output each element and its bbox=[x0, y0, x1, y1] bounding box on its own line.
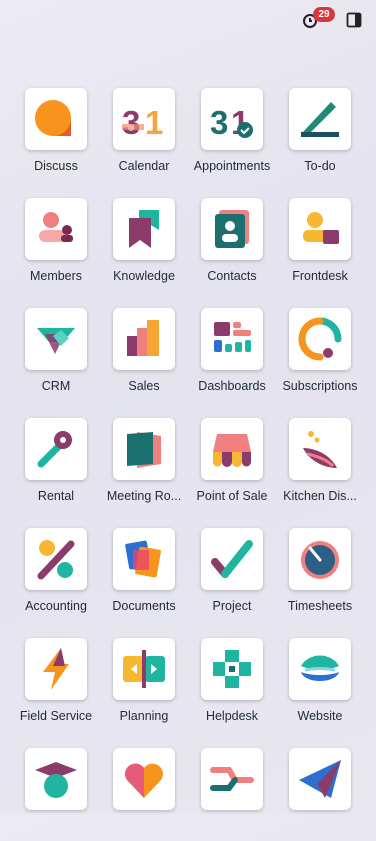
systray: 29 bbox=[0, 0, 376, 40]
calendar-icon: 3 1 bbox=[122, 104, 163, 141]
app-label: Calendar bbox=[118, 159, 170, 173]
email-marketing-icon bbox=[299, 760, 341, 798]
app-helpdesk[interactable]: Helpdesk bbox=[188, 638, 276, 731]
members-icon bbox=[39, 212, 73, 242]
activity-count-badge[interactable]: 29 bbox=[313, 7, 335, 22]
contacts-icon bbox=[215, 210, 249, 248]
helpdesk-icon bbox=[213, 650, 251, 688]
app-inventory[interactable] bbox=[188, 748, 276, 841]
website-icon bbox=[301, 655, 339, 681]
app-knowledge[interactable]: Knowledge bbox=[100, 198, 188, 291]
app-field-service[interactable]: Field Service bbox=[12, 638, 100, 731]
app-label: Knowledge bbox=[113, 269, 175, 283]
app-label: Helpdesk bbox=[205, 709, 259, 723]
appointments-icon: 3 1 bbox=[210, 104, 253, 141]
app-planning[interactable]: Planning bbox=[100, 638, 188, 731]
social-icon bbox=[125, 763, 163, 798]
app-label: Accounting bbox=[25, 599, 87, 613]
app-label: Appointments bbox=[193, 159, 271, 173]
meeting-rooms-icon bbox=[127, 432, 161, 468]
app-members[interactable]: Members bbox=[12, 198, 100, 291]
app-timesheets[interactable]: Timesheets bbox=[276, 528, 364, 621]
app-kitchen-display[interactable]: Kitchen Dis... bbox=[276, 418, 364, 511]
app-label: Rental bbox=[37, 489, 75, 503]
app-appointments[interactable]: 3 1 Appointments bbox=[188, 88, 276, 181]
field-service-icon bbox=[43, 648, 69, 690]
app-label: Project bbox=[212, 599, 252, 613]
svg-text:3: 3 bbox=[210, 104, 228, 141]
crm-icon bbox=[37, 328, 75, 354]
app-label: Timesheets bbox=[287, 599, 353, 613]
accounting-icon bbox=[37, 540, 75, 580]
knowledge-icon bbox=[129, 210, 159, 248]
app-contacts[interactable]: Contacts bbox=[188, 198, 276, 291]
sidebar-toggle-icon[interactable] bbox=[346, 12, 362, 28]
app-crm[interactable]: CRM bbox=[12, 308, 100, 401]
discuss-icon bbox=[34, 100, 72, 136]
svg-text:3: 3 bbox=[122, 104, 140, 141]
app-website[interactable]: Website bbox=[276, 638, 364, 731]
todo-icon bbox=[301, 102, 339, 137]
app-subscriptions[interactable]: Subscriptions bbox=[276, 308, 364, 401]
sales-icon bbox=[127, 320, 159, 356]
frontdesk-icon bbox=[303, 212, 339, 244]
app-todo[interactable]: To-do bbox=[276, 88, 364, 181]
app-project[interactable]: Project bbox=[188, 528, 276, 621]
svg-text:1: 1 bbox=[145, 104, 163, 141]
elearning-icon bbox=[35, 762, 77, 798]
app-label: Field Service bbox=[19, 709, 93, 723]
app-dashboards[interactable]: Dashboards bbox=[188, 308, 276, 401]
app-label: Discuss bbox=[34, 159, 78, 173]
app-meeting-rooms[interactable]: Meeting Ro... bbox=[100, 418, 188, 511]
app-label: Point of Sale bbox=[196, 489, 268, 503]
app-label: Sales bbox=[128, 379, 160, 393]
app-label: Dashboards bbox=[198, 379, 266, 393]
point-of-sale-icon bbox=[213, 434, 251, 467]
app-elearning[interactable] bbox=[12, 748, 100, 841]
planning-icon bbox=[123, 650, 165, 688]
app-documents[interactable]: Documents bbox=[100, 528, 188, 621]
app-label: Frontdesk bbox=[292, 269, 348, 283]
app-point-of-sale[interactable]: Point of Sale bbox=[188, 418, 276, 511]
app-rental[interactable]: Rental bbox=[12, 418, 100, 511]
subscriptions-icon bbox=[298, 317, 342, 361]
app-discuss[interactable]: Discuss bbox=[12, 88, 100, 181]
app-label: Meeting Ro... bbox=[106, 489, 182, 503]
project-icon bbox=[211, 540, 253, 578]
app-label: Members bbox=[29, 269, 83, 283]
app-label: Planning bbox=[119, 709, 169, 723]
app-sales[interactable]: Sales bbox=[100, 308, 188, 401]
inventory-flow-icon bbox=[210, 767, 254, 791]
app-label: CRM bbox=[41, 379, 71, 393]
app-label: Contacts bbox=[207, 269, 257, 283]
app-label: To-do bbox=[304, 159, 336, 173]
timesheets-icon bbox=[301, 541, 339, 579]
app-frontdesk[interactable]: Frontdesk bbox=[276, 198, 364, 291]
app-accounting[interactable]: Accounting bbox=[12, 528, 100, 621]
app-grid: Discuss 3 1 Calendar 3 1 Appointments To… bbox=[12, 88, 364, 841]
dashboards-icon bbox=[214, 322, 251, 352]
app-social[interactable] bbox=[100, 748, 188, 841]
documents-icon bbox=[125, 540, 161, 578]
app-label: Kitchen Dis... bbox=[283, 489, 357, 503]
app-label: Documents bbox=[112, 599, 176, 613]
rental-icon bbox=[37, 431, 72, 468]
app-email-marketing[interactable] bbox=[276, 748, 364, 841]
app-label: Website bbox=[297, 709, 343, 723]
app-label: Subscriptions bbox=[282, 379, 358, 393]
app-calendar[interactable]: 3 1 Calendar bbox=[100, 88, 188, 181]
kitchen-display-icon bbox=[303, 431, 337, 468]
